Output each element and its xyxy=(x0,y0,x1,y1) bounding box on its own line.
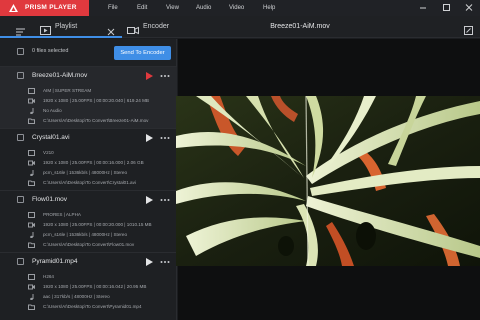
selected-count: 0 files selected xyxy=(32,48,69,54)
file-path-text: C:\Users\AI\Desktop\To Convert\Crystal01… xyxy=(43,180,136,185)
playlist-panel: 0 files selected Send To Encoder Breeze0… xyxy=(0,39,177,320)
active-tab-indicator xyxy=(0,36,122,38)
menu-file[interactable]: File xyxy=(108,0,118,16)
tab-encoder-icon-wrap xyxy=(127,22,139,35)
folder-icon xyxy=(28,118,35,124)
menu-audio[interactable]: Audio xyxy=(196,0,211,16)
tab-bar: Playlist Encoder xyxy=(0,16,480,38)
video-camera-icon xyxy=(28,98,35,104)
video-camera-icon xyxy=(28,160,35,166)
close-window-button[interactable] xyxy=(461,0,477,16)
video-frame-image xyxy=(176,96,480,266)
title-bar: PRISM PLAYER File Edit View Audio Video … xyxy=(0,0,480,16)
folder-icon xyxy=(28,180,35,186)
list-sort-icon xyxy=(16,28,25,36)
film-icon xyxy=(28,274,35,280)
playlist-item[interactable]: Pyramid01.mp4 H264 1920 x 1080 | 25.00FP… xyxy=(0,252,177,314)
film-icon xyxy=(28,88,35,94)
music-note-icon xyxy=(30,294,34,300)
maximize-icon xyxy=(443,4,450,11)
app-brand: PRISM PLAYER xyxy=(0,0,89,16)
tab-playlist[interactable]: Playlist xyxy=(55,16,77,38)
item-checkbox[interactable] xyxy=(17,196,24,203)
menu-edit[interactable]: Edit xyxy=(137,0,147,16)
video-info-text: 1920 x 1080 | 25.00FPS | 00:00:20.040 | … xyxy=(43,98,149,103)
codec-text: V210 xyxy=(43,150,54,155)
folder-icon xyxy=(28,242,35,248)
prism-logo-icon xyxy=(9,4,18,12)
music-note-icon xyxy=(30,108,34,114)
item-checkbox[interactable] xyxy=(17,134,24,141)
item-filename: Breeze01-AiM.mov xyxy=(32,72,88,79)
video-info-text: 1920 x 1080 | 25.00FPS | 00:00:16.000 | … xyxy=(43,160,144,165)
music-note-icon xyxy=(30,170,34,176)
selection-bar: 0 files selected Send To Encoder xyxy=(0,39,177,65)
film-icon xyxy=(28,150,35,156)
close-playlist-tab-button[interactable] xyxy=(107,23,115,36)
play-icon[interactable] xyxy=(146,258,153,266)
menu-view[interactable]: View xyxy=(166,0,179,16)
audio-info-text: aac | 317kb/s | 48000Hz | Stereo xyxy=(43,294,110,299)
file-path-text: C:\Users\AI\Desktop\To Convert\Pyramid01… xyxy=(43,304,142,309)
close-icon xyxy=(107,28,115,36)
item-filename: Pyramid01.mp4 xyxy=(32,258,78,265)
playing-icon[interactable] xyxy=(146,72,153,80)
playlist-icon xyxy=(40,26,51,35)
playlist-item[interactable]: Crystal01.avi V210 1920 x 1080 | 25.00FP… xyxy=(0,128,177,190)
maximize-button[interactable] xyxy=(438,0,454,16)
video-frame[interactable] xyxy=(176,96,480,266)
send-to-encoder-button[interactable]: Send To Encoder xyxy=(114,46,171,60)
encoder-icon xyxy=(127,26,139,35)
select-all-checkbox[interactable] xyxy=(17,48,24,55)
item-filename: Flow01.mov xyxy=(32,196,68,203)
video-camera-icon xyxy=(28,222,35,228)
codec-text: AIM | SUPER STREAM xyxy=(43,88,92,93)
play-icon[interactable] xyxy=(146,134,153,142)
codec-text: PRORES | ALPHA xyxy=(43,212,81,217)
tab-playlist-icon-wrap xyxy=(40,22,51,35)
audio-info-text: pcm_s16le | 1536kb/s | 48000Hz | Stereo xyxy=(43,170,128,175)
video-info-text: 1920 x 1080 | 25.00FPS | 00:00:16.042 | … xyxy=(43,284,147,289)
minimize-icon xyxy=(420,7,426,9)
file-path-text: C:\Users\AI\Desktop\To Convert\Flow01.mo… xyxy=(43,242,135,247)
video-info-text: 1920 x 1080 | 25.00FPS | 00:00:20.000 | … xyxy=(43,222,152,227)
close-icon xyxy=(465,4,473,11)
more-options-icon[interactable] xyxy=(160,196,170,204)
sort-list-button[interactable] xyxy=(16,23,26,36)
more-options-icon[interactable] xyxy=(160,134,170,142)
menu-help[interactable]: Help xyxy=(263,0,275,16)
item-checkbox[interactable] xyxy=(17,72,24,79)
folder-icon xyxy=(28,304,35,310)
current-file-title: Breeze01-AiM.mov xyxy=(270,23,330,30)
file-path-text: C:\Users\AI\Desktop\To Convert\Breeze01-… xyxy=(43,118,149,123)
audio-info-text: No Audio xyxy=(43,108,62,113)
play-icon[interactable] xyxy=(146,196,153,204)
audio-info-text: pcm_s16le | 1536kb/s | 48000Hz | Stereo xyxy=(43,232,128,237)
minimize-button[interactable] xyxy=(415,0,431,16)
playlist-item[interactable]: Flow01.mov PRORES | ALPHA 1920 x 1080 | … xyxy=(0,190,177,252)
more-options-icon[interactable] xyxy=(160,258,170,266)
tab-encoder[interactable]: Encoder xyxy=(143,16,169,38)
fullscreen-button[interactable] xyxy=(464,22,473,35)
video-camera-icon xyxy=(28,284,35,290)
codec-text: H264 xyxy=(43,274,54,279)
expand-icon xyxy=(464,26,473,35)
item-filename: Crystal01.avi xyxy=(32,134,70,141)
playlist-item[interactable]: Breeze01-AiM.mov AIM | SUPER STREAM 1920… xyxy=(0,66,177,128)
more-options-icon[interactable] xyxy=(160,72,170,80)
film-icon xyxy=(28,212,35,218)
app-title: PRISM PLAYER xyxy=(25,4,77,11)
item-checkbox[interactable] xyxy=(17,258,24,265)
music-note-icon xyxy=(30,232,34,238)
menu-video[interactable]: Video xyxy=(229,0,244,16)
